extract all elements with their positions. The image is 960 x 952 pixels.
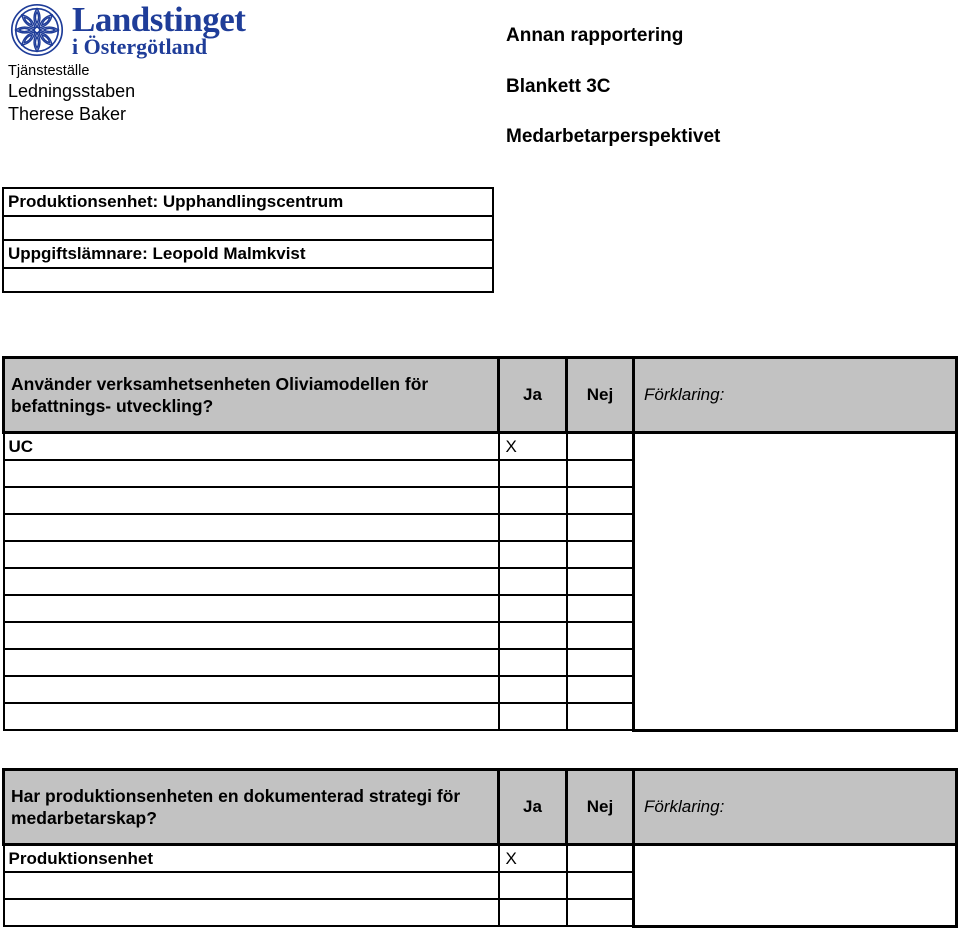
- logo-wordmark-line1: Landstinget: [72, 0, 246, 39]
- nej-checkbox-cell[interactable]: [565, 431, 635, 461]
- row-label[interactable]: [2, 675, 500, 704]
- table-row: [2, 267, 494, 293]
- form-title-block: Annan rapportering Blankett 3C Medarbeta…: [506, 26, 720, 146]
- column-header-nej: Nej: [565, 768, 635, 846]
- logo-wordmark: Landstinget i Östergötland: [72, 0, 246, 59]
- ja-checkbox-cell[interactable]: [497, 675, 568, 704]
- row-label[interactable]: [2, 567, 500, 596]
- row-label[interactable]: [2, 621, 500, 650]
- page-header: Landstinget i Östergötland Tjänsteställe…: [0, 0, 960, 178]
- forklaring-cell[interactable]: [632, 431, 958, 732]
- ja-checkbox-cell[interactable]: [497, 898, 568, 927]
- question-text: Har produktionsenheten en dokumenterad s…: [2, 768, 500, 846]
- nej-checkbox-cell[interactable]: [565, 513, 635, 542]
- ja-checkbox-cell[interactable]: [497, 648, 568, 677]
- row-label[interactable]: Produktionsenhet: [2, 843, 500, 873]
- nej-checkbox-cell[interactable]: [565, 898, 635, 927]
- row-label[interactable]: [2, 486, 500, 515]
- nej-checkbox-cell[interactable]: [565, 486, 635, 515]
- ja-checkbox-cell[interactable]: [497, 540, 568, 569]
- nej-checkbox-cell[interactable]: [565, 871, 635, 900]
- ja-checkbox-cell[interactable]: [497, 621, 568, 650]
- column-header-forklaring: Förklaring:: [632, 768, 958, 846]
- question-text: Använder verksamhetsenheten Oliviamodell…: [2, 356, 500, 434]
- row-label[interactable]: [2, 871, 500, 900]
- table-row: UC X: [2, 431, 958, 732]
- production-unit-blank-cell[interactable]: [2, 215, 494, 241]
- row-label[interactable]: [2, 594, 500, 623]
- organization-logo: Landstinget i Östergötland: [8, 0, 246, 59]
- question-header-row: Har produktionsenheten en dokumenterad s…: [2, 768, 958, 846]
- ja-checkbox-cell[interactable]: [497, 459, 568, 488]
- production-unit-cell[interactable]: Produktionsenhet: Upphandlingscentrum: [2, 187, 494, 217]
- ja-checkbox-cell[interactable]: [497, 702, 568, 731]
- workplace-value: Ledningsstaben: [8, 81, 136, 102]
- nej-checkbox-cell[interactable]: [565, 594, 635, 623]
- table-row: Uppgiftslämnare: Leopold Malmkvist: [2, 239, 494, 269]
- question-table-medarbetarskap: Har produktionsenheten en dokumenterad s…: [2, 768, 958, 928]
- ja-checkbox-cell[interactable]: [497, 871, 568, 900]
- row-label[interactable]: [2, 513, 500, 542]
- ja-checkbox-cell[interactable]: X: [497, 843, 568, 873]
- forklaring-cell[interactable]: [632, 843, 958, 928]
- ja-checkbox-cell[interactable]: [497, 513, 568, 542]
- table-row: Produktionsenhet: Upphandlingscentrum: [2, 187, 494, 217]
- workplace-label: Tjänsteställe: [8, 63, 90, 79]
- row-label[interactable]: [2, 459, 500, 488]
- ja-checkbox-cell[interactable]: X: [497, 431, 568, 461]
- reporter-cell[interactable]: Uppgiftslämnare: Leopold Malmkvist: [2, 239, 494, 269]
- ja-checkbox-cell[interactable]: [497, 594, 568, 623]
- logo-wordmark-line2: i Östergötland: [72, 34, 208, 59]
- unit-info-table: Produktionsenhet: Upphandlingscentrum Up…: [2, 187, 494, 293]
- question-header-row: Använder verksamhetsenheten Oliviamodell…: [2, 356, 958, 434]
- row-label[interactable]: [2, 648, 500, 677]
- column-header-nej: Nej: [565, 356, 635, 434]
- table-row: [2, 215, 494, 241]
- question-table-oliviamodellen: Använder verksamhetsenheten Oliviamodell…: [2, 356, 958, 732]
- column-header-forklaring: Förklaring:: [632, 356, 958, 434]
- nej-checkbox-cell[interactable]: [565, 567, 635, 596]
- row-label[interactable]: [2, 898, 500, 927]
- nej-checkbox-cell[interactable]: [565, 621, 635, 650]
- nej-checkbox-cell[interactable]: [565, 459, 635, 488]
- reporter-blank-cell[interactable]: [2, 267, 494, 293]
- table-row: Produktionsenhet X: [2, 843, 958, 928]
- report-type-title: Annan rapportering: [506, 25, 684, 46]
- ja-checkbox-cell[interactable]: [497, 486, 568, 515]
- nej-checkbox-cell[interactable]: [565, 540, 635, 569]
- row-label[interactable]: [2, 702, 500, 731]
- ja-checkbox-cell[interactable]: [497, 567, 568, 596]
- column-header-ja: Ja: [497, 768, 568, 846]
- workplace-block: Tjänsteställe Ledningsstaben Therese Bak…: [8, 62, 135, 126]
- nej-checkbox-cell[interactable]: [565, 675, 635, 704]
- row-label[interactable]: [2, 540, 500, 569]
- form-number: Blankett 3C: [506, 76, 611, 97]
- nej-checkbox-cell[interactable]: [565, 702, 635, 731]
- form-perspective: Medarbetarperspektivet: [506, 126, 721, 147]
- nej-checkbox-cell[interactable]: [565, 648, 635, 677]
- column-header-ja: Ja: [497, 356, 568, 434]
- row-label[interactable]: UC: [2, 431, 500, 461]
- landstinget-rosette-logo-icon: [8, 2, 66, 58]
- nej-checkbox-cell[interactable]: [565, 843, 635, 873]
- contact-person-value: Therese Baker: [8, 103, 127, 124]
